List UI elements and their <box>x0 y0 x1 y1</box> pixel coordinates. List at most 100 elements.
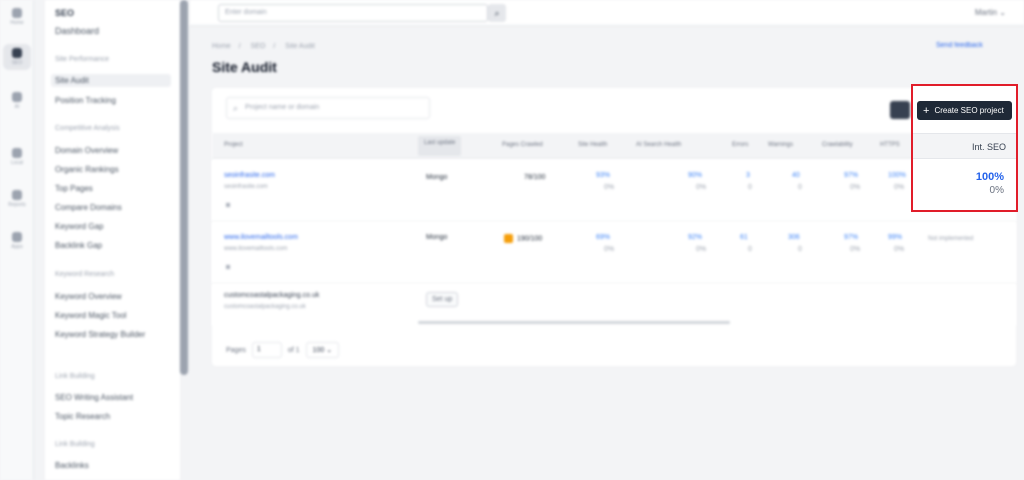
page-input[interactable]: 1 <box>251 342 282 358</box>
icon-rail: Home SEO AI Local Reports Apps <box>0 0 34 480</box>
home-icon <box>12 8 22 18</box>
table-header: Project Last update Pages Crawled Site H… <box>212 133 1016 159</box>
crawlability-delta: 0% <box>850 246 861 253</box>
ai-health[interactable]: 90% <box>688 172 702 179</box>
int-seo-status: Not implemented <box>928 236 974 242</box>
sidebar-item[interactable]: Keyword Gap <box>55 222 103 231</box>
https-delta: 0% <box>894 184 905 191</box>
int-seo-delta: 0% <box>989 185 1004 196</box>
breadcrumb-item[interactable]: Home <box>212 43 231 50</box>
https-delta: 0% <box>894 246 905 253</box>
crawlability[interactable]: 97% <box>844 234 858 241</box>
rail-local[interactable]: Local <box>0 148 34 166</box>
crawlability-delta: 0% <box>850 184 861 191</box>
sidebar-item[interactable]: Top Pages <box>55 184 93 193</box>
column-header[interactable]: Site Health <box>578 142 607 148</box>
options-button[interactable] <box>890 101 910 119</box>
sidebar-item[interactable]: Keyword Strategy Builder <box>55 330 145 339</box>
rail-apps[interactable]: Apps <box>0 232 34 250</box>
user-menu[interactable]: Martin ⌄ <box>975 8 1006 17</box>
site-health-delta: 0% <box>604 246 615 253</box>
create-seo-project-button[interactable]: + Create SEO project <box>917 101 1012 120</box>
sidebar-item[interactable]: Backlink Gap <box>55 241 102 250</box>
site-health[interactable]: 93% <box>596 172 610 179</box>
column-header[interactable]: Pages Crawled <box>502 142 543 148</box>
sidebar-item-position-tracking[interactable]: Position Tracking <box>55 96 116 105</box>
breadcrumb-item[interactable]: SEO <box>251 43 266 50</box>
sidebar-item[interactable]: Compare Domains <box>55 203 122 212</box>
table-row: seoinfrasite.com seoinfrasite.com ◙ Mong… <box>212 160 1016 222</box>
settings-icon[interactable]: ◙ <box>226 202 230 209</box>
rail-home[interactable]: Home <box>0 8 34 26</box>
column-header[interactable]: Errors <box>732 142 748 148</box>
rail-ai[interactable]: AI <box>0 92 34 110</box>
sidebar-title: SEO <box>55 8 75 18</box>
sidebar-item[interactable]: Topic Research <box>55 412 110 421</box>
project-name[interactable]: customcoastalpackaging.co.uk <box>224 292 319 299</box>
setup-button[interactable]: Set up <box>426 292 459 307</box>
column-header-sorted[interactable]: Last update <box>418 136 462 156</box>
sidebar-item[interactable]: Backlinks <box>55 461 89 470</box>
feedback-link[interactable]: Send feedback <box>936 42 983 49</box>
per-page-select[interactable]: 100 ⌄ <box>305 342 340 358</box>
sidebar-item[interactable]: SEO Writing Assistant <box>55 393 133 402</box>
rail-reports[interactable]: Reports <box>0 190 34 208</box>
site-health-delta: 0% <box>604 184 615 191</box>
project-link[interactable]: seoinfrasite.com <box>224 172 275 179</box>
chevron-down-icon: ⌄ <box>999 8 1006 17</box>
column-header[interactable]: Crawlability <box>822 142 853 148</box>
sidebar-item[interactable]: Keyword Overview <box>55 292 122 301</box>
project-search-input[interactable]: ⌕ Project name or domain <box>226 97 430 119</box>
errors[interactable]: 61 <box>740 234 748 241</box>
sidebar-item[interactable]: Organic Rankings <box>55 165 119 174</box>
apps-icon <box>12 232 22 242</box>
settings-icon[interactable]: ◙ <box>226 264 230 271</box>
sidebar-item[interactable]: Keyword Magic Tool <box>55 311 126 320</box>
ai-health-delta: 0% <box>696 246 707 253</box>
warnings[interactable]: 306 <box>788 234 800 241</box>
project-subtitle: seoinfrasite.com <box>224 184 268 190</box>
warnings[interactable]: 40 <box>792 172 800 179</box>
errors-delta: 0 <box>748 246 752 253</box>
table-row: www.ilovemailtools.com www.ilovemailtool… <box>212 222 1016 284</box>
column-header[interactable]: Project <box>224 142 243 148</box>
https[interactable]: 99% <box>888 234 902 241</box>
column-header[interactable]: AI Search Health <box>636 142 681 148</box>
sidebar: SEO Dashboard Site Performance Site Audi… <box>45 0 180 480</box>
warning-icon <box>504 234 513 243</box>
column-header-int-seo[interactable]: Int. SEO <box>913 133 1016 159</box>
errors[interactable]: 3 <box>746 172 750 179</box>
sidebar-item-site-audit[interactable]: Site Audit <box>51 74 171 87</box>
column-header[interactable]: HTTPS <box>880 142 900 148</box>
pagination: Pages 1 of 1 100 ⌄ <box>226 342 340 358</box>
column-header[interactable]: Warnings <box>768 142 793 148</box>
sidebar-group-heading: Link Building <box>55 441 95 448</box>
ai-health[interactable]: 92% <box>688 234 702 241</box>
project-subtitle: www.ilovemailtools.com <box>224 246 288 252</box>
warnings-delta: 0 <box>798 184 802 191</box>
global-search-input[interactable]: Enter domain <box>218 4 488 22</box>
topbar: Enter domain ⌕ Martin ⌄ <box>190 0 1024 26</box>
crawlability[interactable]: 97% <box>844 172 858 179</box>
last-update: Mongo <box>426 234 448 241</box>
search-icon[interactable]: ⌕ <box>488 4 506 22</box>
sidebar-dashboard[interactable]: Dashboard <box>55 26 99 36</box>
project-link[interactable]: www.ilovemailtools.com <box>224 234 298 241</box>
chevron-down-icon: ⌄ <box>326 347 333 354</box>
https[interactable]: 100% <box>888 172 906 179</box>
int-seo-value[interactable]: 100% <box>976 171 1004 183</box>
table-row: customcoastalpackaging.co.uk customcoast… <box>212 284 1016 326</box>
rail-seo[interactable]: SEO <box>3 44 31 70</box>
seo-icon <box>12 48 22 58</box>
table-horizontal-scrollbar[interactable] <box>418 321 730 324</box>
sidebar-item[interactable]: Domain Overview <box>55 146 118 155</box>
last-update: Mongo <box>426 174 448 181</box>
project-subtitle: customcoastalpackaging.co.uk <box>224 304 306 310</box>
site-health[interactable]: 69% <box>596 234 610 241</box>
sidebar-group-heading: Site Performance <box>55 56 110 63</box>
sidebar-scrollbar[interactable] <box>180 0 188 375</box>
pages-crawled: 190/100 <box>504 234 542 243</box>
reports-icon <box>12 190 22 200</box>
ai-icon <box>12 92 22 102</box>
warnings-delta: 0 <box>798 246 802 253</box>
